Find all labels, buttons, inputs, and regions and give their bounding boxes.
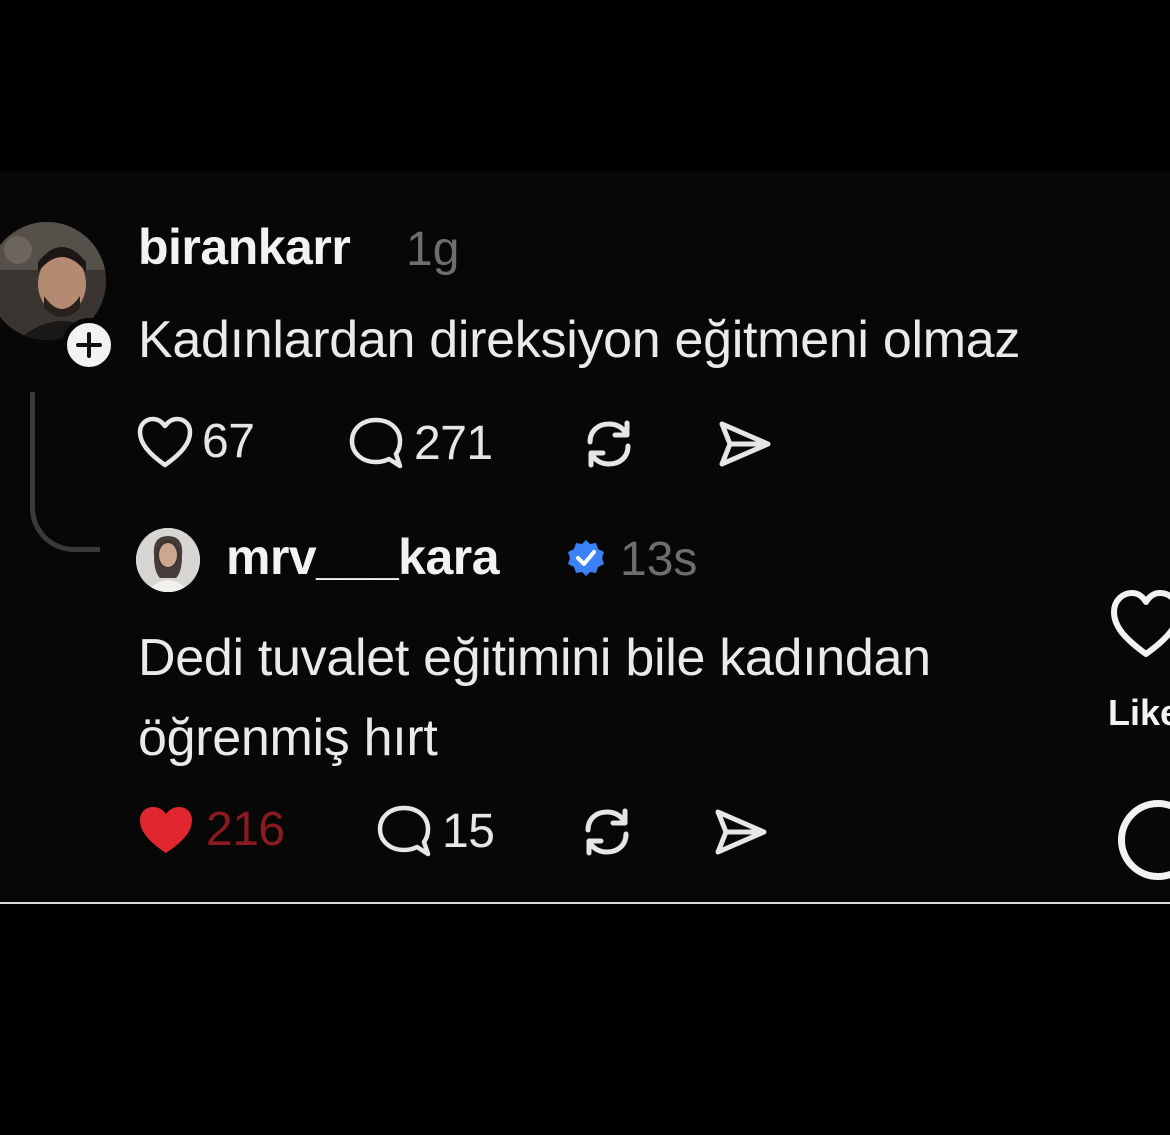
post-comment-count: 271 bbox=[414, 416, 493, 470]
divider bbox=[0, 902, 1170, 904]
screenshot-page: birankarr 1g Kadınlardan direksiyon eğit… bbox=[0, 0, 1170, 1135]
reply-comment-count: 15 bbox=[442, 804, 495, 858]
reply-avatar[interactable] bbox=[136, 528, 200, 592]
side-heart-icon[interactable] bbox=[1110, 584, 1170, 660]
post-time: 1g bbox=[406, 223, 460, 276]
reply-comment-button[interactable]: 15 bbox=[374, 802, 495, 860]
post-share-button[interactable] bbox=[714, 416, 774, 472]
reply-like-button[interactable]: 216 bbox=[136, 802, 285, 857]
reply-share-button[interactable] bbox=[710, 804, 770, 860]
plus-icon bbox=[76, 332, 102, 358]
post-text: Kadınlardan direksiyon eğitmeni olmaz bbox=[138, 311, 1021, 369]
reply-actions: 216 15 bbox=[0, 802, 1170, 862]
reply-like-count: 216 bbox=[206, 803, 285, 856]
post-like-button[interactable]: 67 bbox=[136, 414, 255, 469]
reply-time: 13s bbox=[620, 533, 698, 586]
follow-button[interactable] bbox=[62, 318, 116, 372]
repost-icon bbox=[585, 808, 629, 856]
reply-text: Dedi tuvalet eğitimini bile kadından öğr… bbox=[138, 629, 931, 767]
reply-repost-button[interactable] bbox=[576, 804, 638, 860]
reply-username[interactable]: mrv___kara bbox=[226, 528, 500, 586]
post-username[interactable]: birankarr bbox=[138, 218, 351, 276]
heart-icon bbox=[137, 416, 193, 467]
send-icon bbox=[719, 421, 771, 467]
post-repost-button[interactable] bbox=[578, 416, 640, 472]
comment-bubble-icon bbox=[377, 805, 431, 857]
verified-badge-icon bbox=[568, 540, 604, 576]
repost-icon bbox=[587, 420, 631, 468]
post-comment-button[interactable]: 271 bbox=[346, 414, 493, 472]
post-actions: 67 271 bbox=[0, 414, 1170, 474]
post-like-count: 67 bbox=[202, 415, 255, 468]
side-like-label: Like bbox=[1108, 692, 1170, 733]
send-icon bbox=[715, 809, 767, 855]
comment-bubble-icon bbox=[349, 417, 403, 469]
heart-filled-icon bbox=[140, 806, 192, 853]
